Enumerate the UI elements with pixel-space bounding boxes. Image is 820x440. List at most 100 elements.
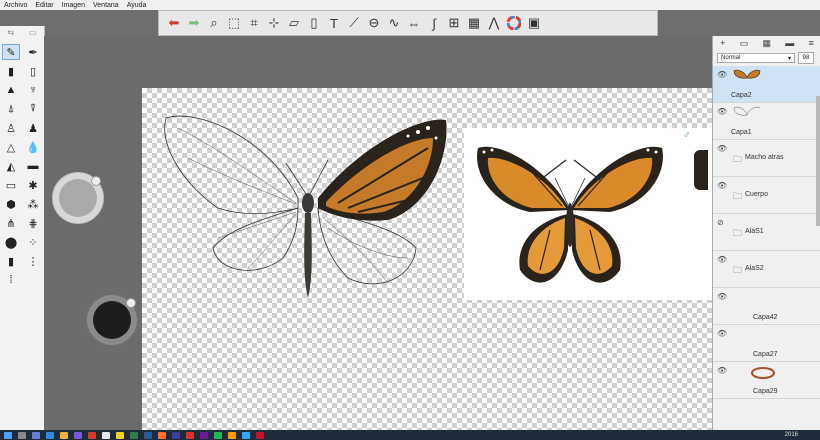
eye-icon[interactable]: 👁 [717, 107, 727, 116]
brush-library-icon[interactable]: ⋀ [485, 14, 503, 32]
layer-item[interactable]: 👁 Capa29 [713, 362, 820, 399]
redo-icon[interactable]: ➡ [185, 14, 203, 32]
crop-icon[interactable]: ⌗ [245, 14, 263, 32]
eraser-icon[interactable]: ▬ [24, 158, 42, 174]
symmetry-icon[interactable]: ⇔ [405, 14, 423, 32]
fill-icon[interactable]: ▭ [2, 177, 20, 193]
eye-icon[interactable]: 👁 [717, 329, 727, 338]
eye-icon[interactable]: 👁 [717, 70, 727, 79]
eye-icon[interactable]: 👁 [717, 292, 727, 301]
layer-menu-icon[interactable]: ≡ [809, 38, 814, 48]
puck-knob-2[interactable] [126, 298, 136, 308]
layer-item[interactable]: 👁 Capa1 [713, 103, 820, 140]
water-drop-icon[interactable]: 💧 [24, 139, 42, 155]
calligraphy-icon[interactable]: ⍒ [24, 101, 42, 117]
layer-group[interactable]: 👁 🗀 Cuerpo [713, 177, 820, 214]
marker-icon[interactable]: ▮ [2, 63, 20, 79]
menu-imagen[interactable]: Imagen [62, 2, 85, 9]
pencil-brush-icon[interactable]: ✎ [2, 44, 20, 60]
photoshop-icon[interactable] [242, 431, 250, 439]
merge-icon[interactable]: ▬ [785, 38, 794, 48]
blend-mode-select[interactable]: Normal ▾ [717, 53, 795, 63]
french-curve-icon[interactable]: ∿ [385, 14, 403, 32]
layer-group[interactable]: 👁 🗀 Macho atras [713, 140, 820, 177]
task-view-icon[interactable] [32, 431, 40, 439]
felt-pen-icon[interactable]: ▯ [24, 63, 42, 79]
layer-icon[interactable]: ▦ [465, 14, 483, 32]
fan-brush-icon[interactable]: ⋔ [2, 215, 20, 231]
opacity-field[interactable]: 98 [798, 52, 814, 64]
windows-start-icon[interactable] [4, 431, 12, 439]
ruler-icon[interactable]: ⟋ [345, 14, 363, 32]
app-icon[interactable] [200, 431, 208, 439]
top-toolbar: ⬅ ➡ ⌕ ⬚ ⌗ ⊹ ▱ ▯ T ⟋ ⊖ ∿ ⇔ ∫ ⊞ ▦ ⋀ ▣ [158, 10, 658, 36]
curve-icon[interactable]: ∫ [425, 14, 443, 32]
layer-group[interactable]: ⊘ 🗀 AlaS1 [713, 214, 820, 251]
color-wheel-icon[interactable] [505, 14, 523, 32]
search-icon[interactable] [18, 431, 26, 439]
ellipse-guide-icon[interactable]: ⊖ [365, 14, 383, 32]
text-icon[interactable]: T [325, 14, 343, 32]
new-group-icon[interactable]: ▭ [740, 38, 749, 49]
perspective-icon[interactable]: ⊞ [445, 14, 463, 32]
menu-ventana[interactable]: Ventana [93, 2, 119, 9]
butterfly-drawing[interactable] [158, 108, 458, 308]
noise-brush-icon[interactable]: ⁘ [24, 234, 42, 250]
puck-knob[interactable] [91, 176, 101, 186]
onenote-icon[interactable] [74, 431, 82, 439]
layer-item[interactable]: 👁 Capa2 [713, 66, 820, 103]
ink-pen-icon[interactable]: ✒ [24, 44, 42, 60]
excel-icon[interactable] [130, 431, 138, 439]
spotify-icon[interactable] [214, 431, 222, 439]
airbrush-icon[interactable]: ▲ [2, 82, 20, 98]
blender-icon[interactable]: ♙ [2, 120, 20, 136]
technical-pen-icon[interactable]: ⍋ [2, 101, 20, 117]
dots-brush-icon[interactable]: ⋮ [24, 253, 42, 269]
transform-icon[interactable]: ⊹ [265, 14, 283, 32]
menu-editar[interactable]: Editar [35, 2, 53, 9]
texture-brush-icon[interactable]: ✱ [24, 177, 42, 193]
app-icon[interactable] [186, 431, 194, 439]
app-icon[interactable] [102, 431, 110, 439]
minimize-icon[interactable]: ▭ [29, 28, 37, 42]
eye-icon[interactable]: 👁 [717, 255, 727, 264]
eye-icon[interactable]: 👁 [717, 181, 727, 190]
chrome-icon[interactable] [88, 431, 96, 439]
eye-hidden-icon[interactable]: ⊘ [717, 218, 724, 227]
eraser-cone-icon[interactable]: △ [2, 139, 20, 155]
sticky-notes-icon[interactable] [116, 431, 124, 439]
menu-archivo[interactable]: Archivo [4, 2, 27, 9]
stamp-icon[interactable]: ⬢ [2, 196, 20, 212]
line-brush-icon[interactable]: ⁞ [2, 272, 20, 288]
add-image-icon[interactable]: ▦ [762, 38, 771, 49]
smudge-icon[interactable]: ♟ [24, 120, 42, 136]
eye-icon[interactable]: 👁 [717, 366, 727, 375]
app-icon[interactable] [256, 431, 264, 439]
word-icon[interactable] [144, 431, 152, 439]
bristle-brush-icon[interactable]: ▮ [2, 253, 20, 269]
sponge-icon[interactable]: ⬤ [2, 234, 20, 250]
layer-item[interactable]: 👁 Capa27 [713, 325, 820, 362]
layer-group[interactable]: 👁 🗀 AlaS2 [713, 251, 820, 288]
flat-brush-icon[interactable]: ⋕ [24, 215, 42, 231]
layers-scrollbar[interactable] [816, 96, 820, 226]
triangle-brush-icon[interactable]: ◭ [2, 158, 20, 174]
swatch-icon[interactable]: ▣ [525, 14, 543, 32]
edge-icon[interactable] [46, 431, 54, 439]
zoom-icon[interactable]: ⌕ [205, 14, 223, 32]
paintbrush-icon[interactable]: ♆ [24, 82, 42, 98]
undo-icon[interactable]: ⬅ [165, 14, 183, 32]
distort-icon[interactable]: ▱ [285, 14, 303, 32]
shape-icon[interactable]: ▯ [305, 14, 323, 32]
app-icon[interactable] [172, 431, 180, 439]
select-icon[interactable]: ⬚ [225, 14, 243, 32]
swap-icon[interactable]: ⇆ [7, 28, 14, 42]
layer-item[interactable]: 👁 Capa42 [713, 288, 820, 325]
add-layer-icon[interactable]: + [720, 38, 725, 48]
splatter-icon[interactable]: ⁂ [24, 196, 42, 212]
illustrator-icon[interactable] [228, 431, 236, 439]
eye-icon[interactable]: 👁 [717, 144, 727, 153]
firefox-icon[interactable] [158, 431, 166, 439]
folder-icon[interactable] [60, 431, 68, 439]
menu-ayuda[interactable]: Ayuda [127, 2, 147, 9]
